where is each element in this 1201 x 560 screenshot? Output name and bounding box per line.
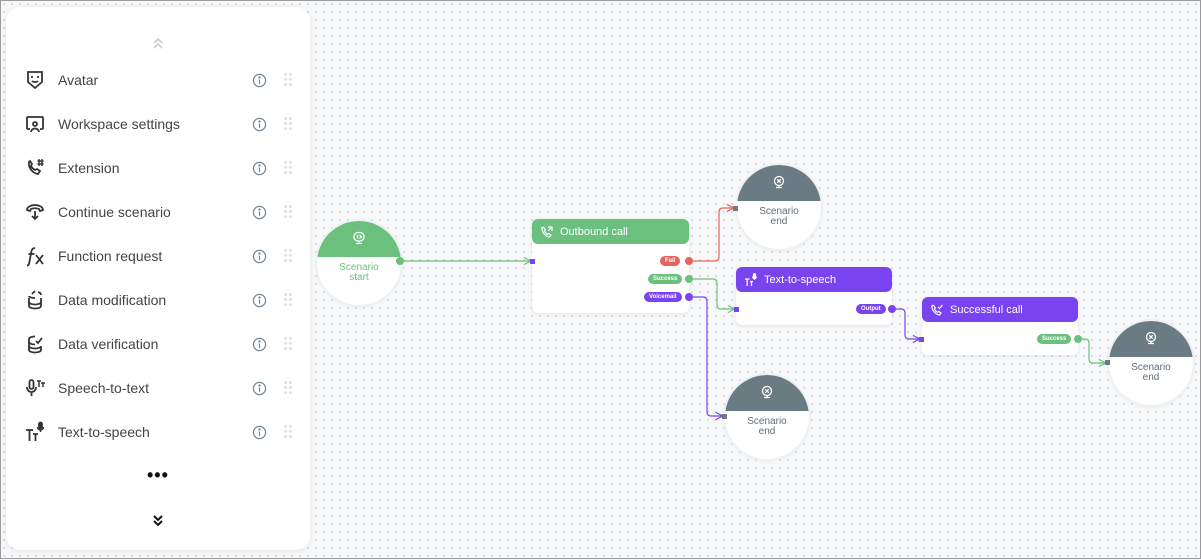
input-port[interactable]	[733, 206, 738, 211]
text-to-speech-icon	[26, 421, 45, 441]
phone-check-icon	[931, 304, 943, 316]
edge-fail-to-end	[689, 208, 734, 262]
info-icon[interactable]	[252, 249, 267, 264]
info-icon[interactable]	[252, 117, 267, 132]
output-label-fail: Fail	[660, 256, 681, 266]
scenario-end-label: Scenario end	[747, 416, 787, 437]
node-palette: Avatar Workspace settings Extension Cont…	[6, 7, 310, 550]
output-port-voicemail[interactable]	[685, 293, 693, 301]
edge-success-to-end	[1078, 338, 1106, 363]
drag-handle-icon[interactable]	[284, 337, 292, 351]
speech-to-text-icon	[26, 379, 45, 396]
data-modification-icon	[28, 290, 42, 310]
chevrons-up-icon[interactable]	[151, 35, 165, 51]
drag-handle-icon[interactable]	[284, 117, 292, 131]
palette-item-data-modification[interactable]: Data modification	[6, 278, 310, 322]
drag-handle-icon[interactable]	[284, 425, 292, 439]
info-icon[interactable]	[252, 337, 267, 352]
palette-item-label: Data modification	[58, 292, 167, 308]
node-title: Outbound call	[560, 225, 628, 238]
stop-monitor-icon	[773, 175, 785, 189]
phone-extension-icon	[27, 159, 44, 175]
node-header: Text-to-speech	[736, 267, 892, 292]
output-port[interactable]	[396, 257, 404, 265]
palette-item-workspace-settings[interactable]: Workspace settings	[6, 102, 310, 146]
stop-monitor-icon	[1145, 331, 1157, 345]
palette-item-label: Workspace settings	[58, 116, 180, 132]
scenario-end-label: Scenario end	[1131, 362, 1171, 383]
palette-item-label: Data verification	[58, 336, 159, 352]
output-port-output[interactable]	[888, 305, 896, 313]
palette-item-text-to-speech[interactable]: Text-to-speech	[6, 410, 310, 454]
text-to-speech-node[interactable]: Text-to-speech	[736, 267, 892, 325]
phone-outgoing-icon	[541, 225, 553, 238]
info-icon[interactable]	[252, 205, 267, 220]
output-label-voicemail: Voicemail	[644, 292, 682, 302]
scenario-end-node[interactable]: Scenario end	[1109, 321, 1193, 405]
continue-scenario-icon	[26, 204, 44, 221]
play-monitor-icon	[353, 231, 365, 245]
output-label-output: Output	[856, 304, 886, 314]
text-to-speech-icon	[745, 272, 757, 286]
output-port-success[interactable]	[685, 275, 693, 283]
info-icon[interactable]	[252, 425, 267, 440]
edge-success-to-tts	[689, 278, 735, 309]
input-port[interactable]	[919, 337, 924, 342]
node-header: Successful call	[922, 297, 1078, 322]
drag-handle-icon[interactable]	[284, 249, 292, 263]
scenario-end-node[interactable]: Scenario end	[725, 375, 809, 459]
palette-item-speech-to-text[interactable]: Speech-to-text	[6, 366, 310, 410]
output-port-success[interactable]	[1074, 335, 1082, 343]
info-icon[interactable]	[252, 293, 267, 308]
drag-handle-icon[interactable]	[284, 73, 292, 87]
drag-handle-icon[interactable]	[284, 161, 292, 175]
drag-handle-icon[interactable]	[284, 381, 292, 395]
workspace-settings-icon	[26, 116, 44, 133]
info-icon[interactable]	[252, 161, 267, 176]
input-port[interactable]	[722, 414, 727, 419]
palette-item-label: Speech-to-text	[58, 380, 150, 396]
avatar-icon	[27, 71, 43, 90]
edge-voicemail-to-end	[689, 296, 723, 416]
node-title: Text-to-speech	[764, 273, 837, 286]
palette-item-data-verification[interactable]: Data verification	[6, 322, 310, 366]
palette-item-extension[interactable]: Extension	[6, 146, 310, 190]
scenario-start-node[interactable]: Scenario start	[317, 221, 401, 305]
edge-output-to-successful	[892, 308, 920, 339]
output-label-success: Success	[648, 274, 683, 284]
info-icon[interactable]	[252, 381, 267, 396]
input-port[interactable]	[734, 307, 739, 312]
info-icon[interactable]	[252, 73, 267, 88]
chevrons-down-icon[interactable]	[151, 513, 165, 529]
palette-item-label: Continue scenario	[58, 204, 171, 220]
scenario-end-node[interactable]: Scenario end	[737, 165, 821, 249]
palette-item-function-request[interactable]: Function request	[6, 234, 310, 278]
drag-handle-icon[interactable]	[284, 293, 292, 307]
palette-item-avatar[interactable]: Avatar	[6, 58, 310, 102]
palette-item-label: Avatar	[58, 72, 99, 88]
palette-item-label: Text-to-speech	[58, 424, 150, 440]
scenario-start-label: Scenario start	[339, 262, 379, 283]
data-verification-icon	[28, 335, 43, 354]
input-port[interactable]	[530, 259, 535, 264]
drag-handle-icon[interactable]	[284, 205, 292, 219]
more-items-button[interactable]: •••	[147, 466, 169, 484]
stop-monitor-icon	[761, 385, 773, 399]
successful-call-node[interactable]: Successful call	[922, 297, 1078, 355]
output-label-success: Success	[1037, 334, 1072, 344]
node-header: Outbound call	[532, 219, 689, 244]
output-port-fail[interactable]	[685, 257, 693, 265]
function-icon	[26, 247, 44, 267]
palette-item-label: Function request	[58, 248, 163, 264]
scenario-end-label: Scenario end	[759, 206, 799, 227]
input-port[interactable]	[1105, 360, 1110, 365]
palette-item-continue-scenario[interactable]: Continue scenario	[6, 190, 310, 234]
node-title: Successful call	[950, 303, 1023, 316]
palette-item-label: Extension	[58, 160, 120, 176]
